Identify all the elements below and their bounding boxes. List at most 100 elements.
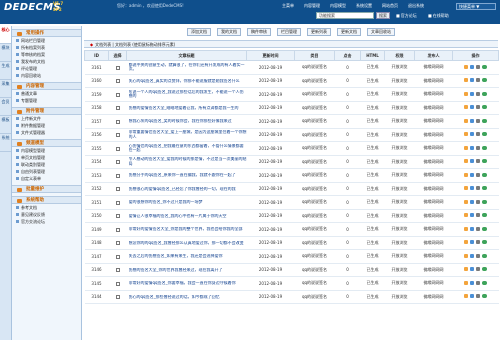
delete-icon[interactable] xyxy=(476,253,480,258)
row-checkbox[interactable] xyxy=(115,295,120,300)
row-category[interactable]: qq的说说签名 xyxy=(294,101,335,115)
edit-icon[interactable] xyxy=(464,226,468,231)
side-tab[interactable]: 会员 xyxy=(0,98,11,116)
delete-icon[interactable] xyxy=(476,240,480,245)
row-category[interactable]: qq的说说签名 xyxy=(294,182,335,196)
menu-group-header[interactable]: 常用操作 xyxy=(12,29,81,37)
delete-icon[interactable] xyxy=(476,280,480,285)
menu-item[interactable]: 网站栏目管理 xyxy=(12,37,81,44)
edit-icon[interactable] xyxy=(464,213,468,218)
action-button[interactable]: 更新列表 xyxy=(307,28,331,36)
preview-icon[interactable] xyxy=(482,145,487,150)
row-checkbox[interactable] xyxy=(115,133,120,138)
row-category[interactable]: qq的说说签名 xyxy=(294,141,335,156)
preview-icon[interactable] xyxy=(482,226,487,231)
preview-icon[interactable] xyxy=(482,118,487,123)
menu-item[interactable]: 上传新文件 xyxy=(12,115,81,122)
edit-icon[interactable] xyxy=(464,240,468,245)
row-title-link[interactable]: 心伤情侣的qq签名_把我最在意的东西都留着，不管什么情景都要在一起 xyxy=(129,144,247,153)
menu-item[interactable]: 评论管理 xyxy=(12,65,81,72)
delete-icon[interactable] xyxy=(476,145,480,150)
preview-icon[interactable] xyxy=(482,64,487,69)
menu-item[interactable]: 我发布的文档 xyxy=(12,58,81,65)
row-checkbox[interactable] xyxy=(115,200,120,205)
row-title-link[interactable]: 非常好的爱情签名大全_你是我的整个世界，我也会给你我的全部 xyxy=(129,227,247,232)
edit-icon[interactable] xyxy=(464,105,468,110)
row-category[interactable]: qq的说说签名 xyxy=(294,276,335,291)
row-checkbox[interactable] xyxy=(115,119,120,124)
row-checkbox[interactable] xyxy=(115,92,120,97)
view-icon[interactable] xyxy=(470,91,474,96)
row-checkbox[interactable] xyxy=(115,214,120,219)
search-button[interactable]: 搜索 xyxy=(376,12,390,19)
action-button[interactable]: 添加文档 xyxy=(187,28,211,36)
menu-item[interactable]: 参考文档 xyxy=(12,204,81,211)
menu-item[interactable]: 自由列表管理 xyxy=(12,168,81,175)
preview-icon[interactable] xyxy=(482,280,487,285)
row-category[interactable]: qq的说说签名 xyxy=(294,74,335,88)
side-tab[interactable]: 采集 xyxy=(0,80,11,98)
view-icon[interactable] xyxy=(470,159,474,164)
side-tab[interactable]: 模块 xyxy=(0,44,11,62)
row-title-link[interactable]: 失心的qq签名_真实的点赞拜，你那不能说服就是她我签名什么 xyxy=(129,79,247,84)
menu-group-header[interactable]: 系统帮助 xyxy=(12,196,81,204)
menu-item[interactable]: 所有档案列表 xyxy=(12,44,81,51)
edit-icon[interactable] xyxy=(464,132,468,137)
menu-item[interactable]: 等审核的档案 xyxy=(12,51,81,58)
delete-icon[interactable] xyxy=(476,172,480,177)
edit-icon[interactable] xyxy=(464,118,468,123)
row-category[interactable]: qq的说说签名 xyxy=(294,195,335,210)
preview-icon[interactable] xyxy=(482,253,487,258)
action-button[interactable]: 更新文档 xyxy=(337,28,361,36)
row-category[interactable]: qq的说说签名 xyxy=(294,290,335,304)
preview-icon[interactable] xyxy=(482,132,487,137)
delete-icon[interactable] xyxy=(476,294,480,299)
menu-item[interactable]: 单页文档管理 xyxy=(12,154,81,161)
preview-icon[interactable] xyxy=(482,159,487,164)
menu-item[interactable]: 意见建议反馈 xyxy=(12,211,81,218)
menu-item[interactable]: 附件数据管理 xyxy=(12,122,81,129)
row-category[interactable]: qq的说说签名 xyxy=(294,128,335,142)
action-button[interactable]: 我的文档 xyxy=(217,28,241,36)
action-button[interactable]: 文章回收站 xyxy=(367,28,395,36)
delete-icon[interactable] xyxy=(476,118,480,123)
edit-icon[interactable] xyxy=(464,280,468,285)
side-tab[interactable]: 生成 xyxy=(0,62,11,80)
row-title-link[interactable]: 东说一个人的qq签名_我说过那些话后的我发生，不能说一个人伤感的 xyxy=(129,90,247,99)
preview-icon[interactable] xyxy=(482,199,487,204)
edit-icon[interactable] xyxy=(464,64,468,69)
menu-item[interactable]: 内容模型管理 xyxy=(12,147,81,154)
delete-icon[interactable] xyxy=(476,267,480,272)
row-category[interactable]: qq的说说签名 xyxy=(294,249,335,264)
view-icon[interactable] xyxy=(470,280,474,285)
preview-icon[interactable] xyxy=(482,294,487,299)
view-icon[interactable] xyxy=(470,199,474,204)
menu-group-header[interactable]: 附件管理 xyxy=(12,107,81,115)
row-checkbox[interactable] xyxy=(115,146,120,151)
row-category[interactable]: qq的说说签名 xyxy=(294,236,335,250)
edit-icon[interactable] xyxy=(464,294,468,299)
menu-group-header[interactable]: 内容管理 xyxy=(12,82,81,90)
edit-icon[interactable] xyxy=(464,159,468,164)
row-checkbox[interactable] xyxy=(115,187,120,192)
menu-item[interactable]: 自定义表单 xyxy=(12,175,81,182)
row-checkbox[interactable] xyxy=(115,268,120,273)
top-nav-item[interactable]: 主菜单 xyxy=(282,3,294,9)
side-tab[interactable]: 核心 xyxy=(0,26,11,44)
delete-icon[interactable] xyxy=(476,213,480,218)
top-nav-item[interactable]: 内容模型 xyxy=(330,3,346,9)
help-link[interactable]: ■在线帮助 xyxy=(428,13,449,19)
action-button[interactable]: 栏目管理 xyxy=(277,28,301,36)
menu-item[interactable]: 内容回收站 xyxy=(12,72,81,79)
edit-icon[interactable] xyxy=(464,172,468,177)
edit-icon[interactable] xyxy=(464,267,468,272)
row-title-link[interactable]: 伤感很心的爱情qq签名_已经忘了你我曾经的一切，现在的我 xyxy=(129,187,247,192)
row-category[interactable]: qq的说说签名 xyxy=(294,87,335,102)
view-icon[interactable] xyxy=(470,294,474,299)
preview-icon[interactable] xyxy=(482,91,487,96)
view-icon[interactable] xyxy=(470,145,474,150)
row-category[interactable]: qq的说说签名 xyxy=(294,155,335,169)
delete-icon[interactable] xyxy=(476,159,480,164)
menu-item[interactable]: 官方交流论坛 xyxy=(12,218,81,225)
view-icon[interactable] xyxy=(470,213,474,218)
